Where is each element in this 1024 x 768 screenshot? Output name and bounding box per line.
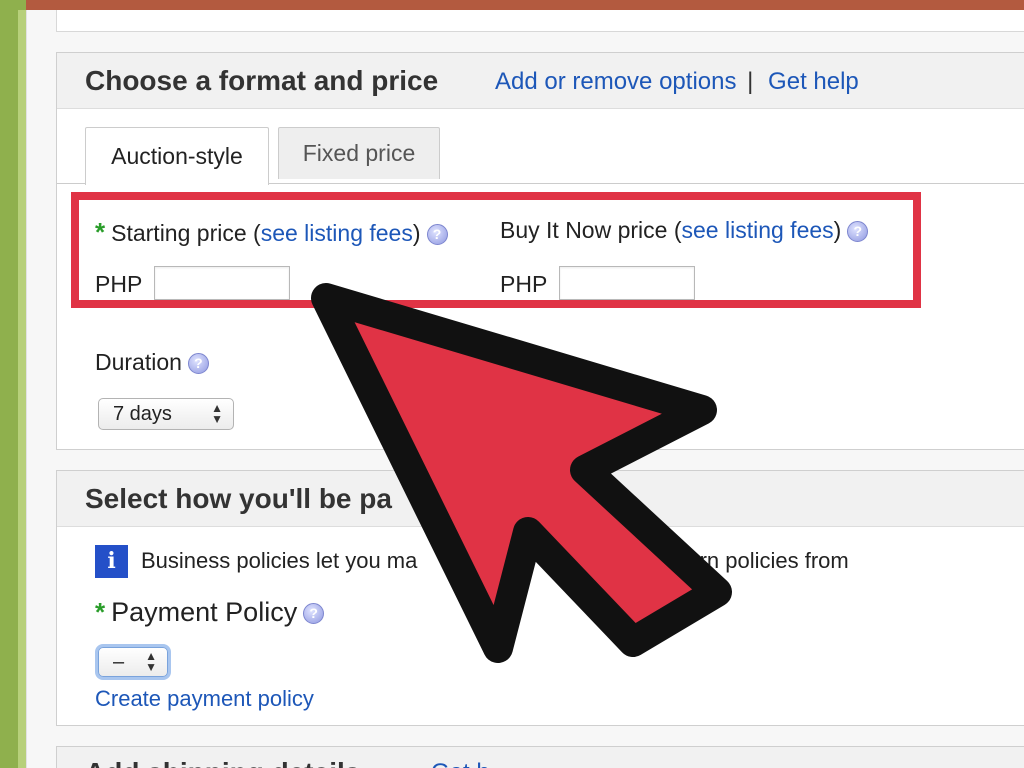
payment-policy-selected-value: – [113, 650, 125, 673]
left-edge-strip [0, 0, 26, 768]
duration-label-row: Duration? [95, 349, 209, 376]
tab-auction-style[interactable]: Auction-style [85, 127, 269, 185]
help-icon[interactable]: ? [303, 603, 325, 625]
payment-policy-select[interactable]: – ▲ ▼ [98, 647, 168, 677]
select-arrows-icon: ▲ ▼ [211, 401, 223, 426]
payment-policy-label: Payment Policy [111, 597, 298, 627]
shipping-title: Add shipping details [85, 757, 360, 768]
window-top-bar [0, 0, 1024, 10]
add-remove-options-link[interactable]: Add or remove options [495, 68, 736, 95]
previous-section-bottom [56, 10, 1024, 32]
format-header-links: Add or remove options | Get help [495, 68, 859, 96]
shipping-panel: Add shipping details Get h [56, 746, 1024, 768]
duration-select[interactable]: 7 days ▲ ▼ [98, 398, 234, 430]
payment-policy-label-row: * Payment Policy? [95, 597, 325, 628]
duration-selected-value: 7 days [113, 402, 172, 425]
get-help-link[interactable]: Get help [768, 68, 859, 95]
price-highlight-box [71, 192, 921, 308]
create-payment-policy-link[interactable]: Create payment policy [95, 686, 314, 712]
payment-panel: Select how you'll be pa i Business polic… [56, 470, 1024, 726]
tab-fixed-price[interactable]: Fixed price [278, 127, 440, 179]
select-arrows-icon: ▲ ▼ [145, 649, 157, 674]
payment-title: Select how you'll be pa [85, 483, 392, 514]
help-icon[interactable]: ? [187, 353, 209, 375]
tab-fixed-price-label: Fixed price [302, 140, 416, 166]
business-policies-info-text: Business policies let you ma r p ping, and… [141, 548, 849, 573]
format-price-title: Choose a format and price [85, 65, 439, 96]
payment-header: Select how you'll be pa [57, 471, 1024, 527]
format-price-header: Choose a format and price Add or remove … [57, 53, 1024, 109]
shipping-header: Add shipping details Get h [57, 747, 1024, 768]
info-icon: i [95, 545, 128, 578]
header-link-separator: | [747, 68, 754, 95]
duration-label: Duration [95, 349, 182, 375]
shipping-help-link[interactable]: Get h [431, 759, 490, 768]
required-mark: * [95, 597, 106, 627]
shipping-header-links: Get h [431, 759, 490, 768]
page-content: Choose a format and price Add or remove … [26, 10, 1024, 768]
tab-auction-style-label: Auction-style [111, 143, 243, 169]
